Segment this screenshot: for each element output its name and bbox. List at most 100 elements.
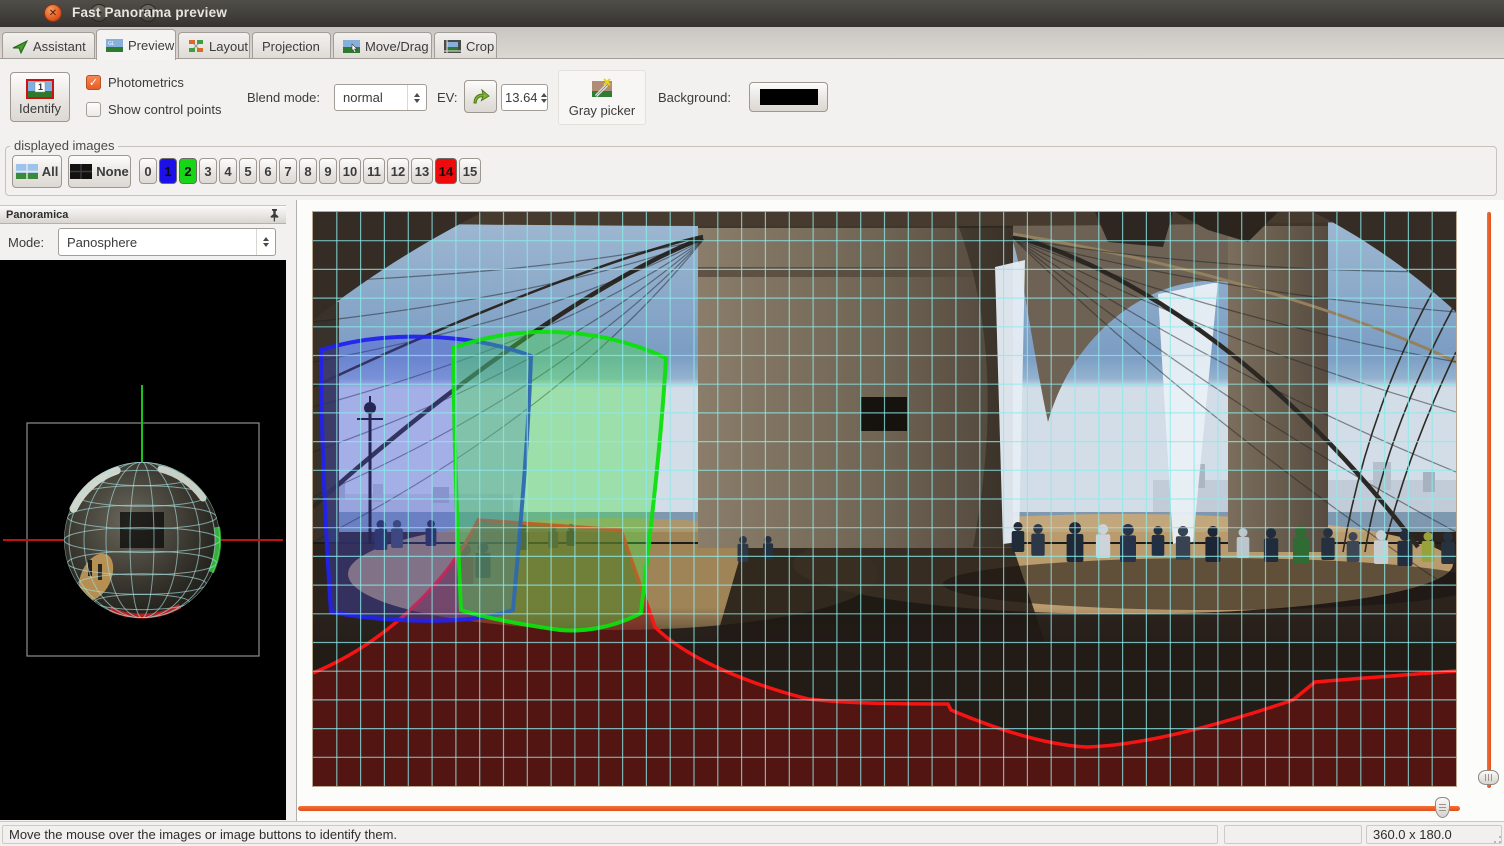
- svg-text:1: 1: [38, 82, 43, 92]
- displayed-images-group-label: displayed images: [10, 138, 118, 153]
- background-label: Background:: [658, 90, 731, 105]
- close-button[interactable]: ✕: [44, 4, 62, 22]
- green-arrow-icon: [471, 88, 491, 106]
- fast-panorama-preview-window: ✕ − Fast Panorama preview Assistant GL P…: [0, 0, 1504, 846]
- image-toggle-2[interactable]: 2: [179, 158, 197, 184]
- all-label: All: [42, 164, 59, 179]
- preview-area: [296, 200, 1504, 821]
- resize-grip-icon[interactable]: [1490, 832, 1502, 844]
- ev-value: 13.64: [502, 85, 541, 110]
- tab-label: Move/Drag: [365, 39, 429, 54]
- image-toggle-15[interactable]: 15: [459, 158, 481, 184]
- tab-crop[interactable]: Crop: [434, 32, 497, 59]
- panel-header[interactable]: Panoramica: [0, 205, 286, 224]
- toolbar: 1 Identify ✓ Photometrics Show control p…: [0, 59, 1504, 135]
- background-color-button[interactable]: [749, 82, 828, 112]
- pitch-slider-track[interactable]: [1487, 212, 1491, 788]
- background-color-swatch: [760, 89, 818, 105]
- stepper-arrows-icon[interactable]: [256, 229, 275, 255]
- tab-preview[interactable]: GL Preview: [96, 29, 176, 60]
- gray-picker-label: Gray picker: [569, 103, 635, 118]
- mode-value: Panosphere: [59, 229, 256, 255]
- tab-label: Projection: [262, 39, 320, 54]
- tab-layout[interactable]: Layout: [178, 32, 250, 59]
- ev-label: EV:: [437, 90, 457, 105]
- mode-label: Mode:: [8, 235, 44, 250]
- panorama-preview-canvas[interactable]: [313, 212, 1456, 786]
- preview-icon: GL: [106, 39, 123, 52]
- mode-select[interactable]: Panosphere: [58, 228, 276, 256]
- none-label: None: [96, 164, 129, 179]
- layout-icon: [188, 39, 204, 53]
- checkbox-group: ✓ Photometrics Show control points: [86, 69, 221, 123]
- status-empty-cell: [1224, 825, 1362, 844]
- panosphere-panel: Panoramica Mode: Panosphere: [0, 200, 286, 820]
- no-images-icon: [70, 164, 92, 179]
- status-message-cell: Move the mouse over the images or image …: [2, 825, 1218, 844]
- tab-assistant[interactable]: Assistant: [2, 32, 95, 59]
- pin-icon[interactable]: [268, 208, 280, 222]
- svg-text:GL: GL: [108, 41, 115, 47]
- image-toggle-14[interactable]: 14: [435, 158, 457, 184]
- tab-projection[interactable]: Projection: [252, 32, 331, 59]
- image-toggle-9[interactable]: 9: [319, 158, 337, 184]
- identify-icon: 1: [26, 79, 54, 99]
- show-control-points-label: Show control points: [108, 102, 221, 117]
- identify-label: Identify: [19, 101, 61, 116]
- tab-label: Assistant: [33, 39, 86, 54]
- tab-bar: Assistant GL Preview Layout Projection M…: [0, 27, 1504, 59]
- yaw-slider-track[interactable]: [298, 806, 1460, 811]
- image-toggle-5[interactable]: 5: [239, 158, 257, 184]
- show-control-points-checkbox[interactable]: [86, 102, 101, 117]
- blend-mode-select[interactable]: normal: [334, 84, 427, 111]
- gray-picker-icon: [590, 77, 614, 101]
- blend-mode-value: normal: [335, 85, 407, 110]
- show-all-button[interactable]: All: [12, 155, 62, 188]
- image-toggle-1[interactable]: 1: [159, 158, 177, 184]
- image-toggle-4[interactable]: 4: [219, 158, 237, 184]
- stepper-arrows-icon[interactable]: [407, 85, 426, 110]
- yaw-slider-handle[interactable]: [1435, 797, 1450, 818]
- spin-arrows-icon[interactable]: [541, 85, 547, 110]
- identify-button[interactable]: 1 Identify: [10, 72, 70, 122]
- move-drag-icon: [343, 40, 360, 53]
- projection-grid: [313, 212, 1456, 786]
- image-toggle-7[interactable]: 7: [279, 158, 297, 184]
- status-bar: Move the mouse over the images or image …: [0, 821, 1504, 846]
- tab-label: Layout: [209, 39, 248, 54]
- blend-mode-label: Blend mode:: [247, 90, 320, 105]
- show-control-points-checkbox-row[interactable]: Show control points: [86, 96, 221, 123]
- photometrics-label: Photometrics: [108, 75, 184, 90]
- pitch-slider-handle[interactable]: [1478, 770, 1499, 785]
- panel-title: Panoramica: [6, 209, 68, 221]
- window-title: Fast Panorama preview: [72, 5, 227, 20]
- image-toggle-6[interactable]: 6: [259, 158, 277, 184]
- mode-row: Mode: Panosphere: [0, 224, 286, 260]
- ev-spinbox[interactable]: 13.64: [501, 84, 548, 111]
- pano-dimensions: 360.0 x 180.0: [1373, 827, 1452, 842]
- tab-label: Preview: [128, 38, 174, 53]
- ev-reset-button[interactable]: [464, 80, 497, 113]
- image-toggle-8[interactable]: 8: [299, 158, 317, 184]
- image-toggle-13[interactable]: 13: [411, 158, 433, 184]
- photometrics-checkbox-row[interactable]: ✓ Photometrics: [86, 69, 221, 96]
- image-toggle-10[interactable]: 10: [339, 158, 361, 184]
- panosphere-globe[interactable]: [64, 462, 220, 618]
- image-toggle-12[interactable]: 12: [387, 158, 409, 184]
- gray-picker-button[interactable]: Gray picker: [558, 70, 646, 125]
- panel-splitter[interactable]: [286, 200, 296, 820]
- titlebar: ✕ − Fast Panorama preview: [0, 0, 1504, 28]
- tab-move-drag[interactable]: Move/Drag: [333, 32, 432, 59]
- image-toggle-11[interactable]: 11: [363, 158, 385, 184]
- image-toggle-0[interactable]: 0: [139, 158, 157, 184]
- status-dimensions-cell: 360.0 x 180.0: [1366, 825, 1502, 844]
- image-toggle-buttons: 0123456789101112131415: [139, 158, 481, 184]
- crop-icon: [444, 40, 461, 53]
- image-toggle-3[interactable]: 3: [199, 158, 217, 184]
- panosphere-viewport[interactable]: [0, 260, 286, 820]
- show-none-button[interactable]: None: [68, 155, 131, 188]
- status-message: Move the mouse over the images or image …: [9, 827, 397, 842]
- photometrics-checkbox[interactable]: ✓: [86, 75, 101, 90]
- tab-label: Crop: [466, 39, 494, 54]
- assistant-icon: [12, 39, 28, 54]
